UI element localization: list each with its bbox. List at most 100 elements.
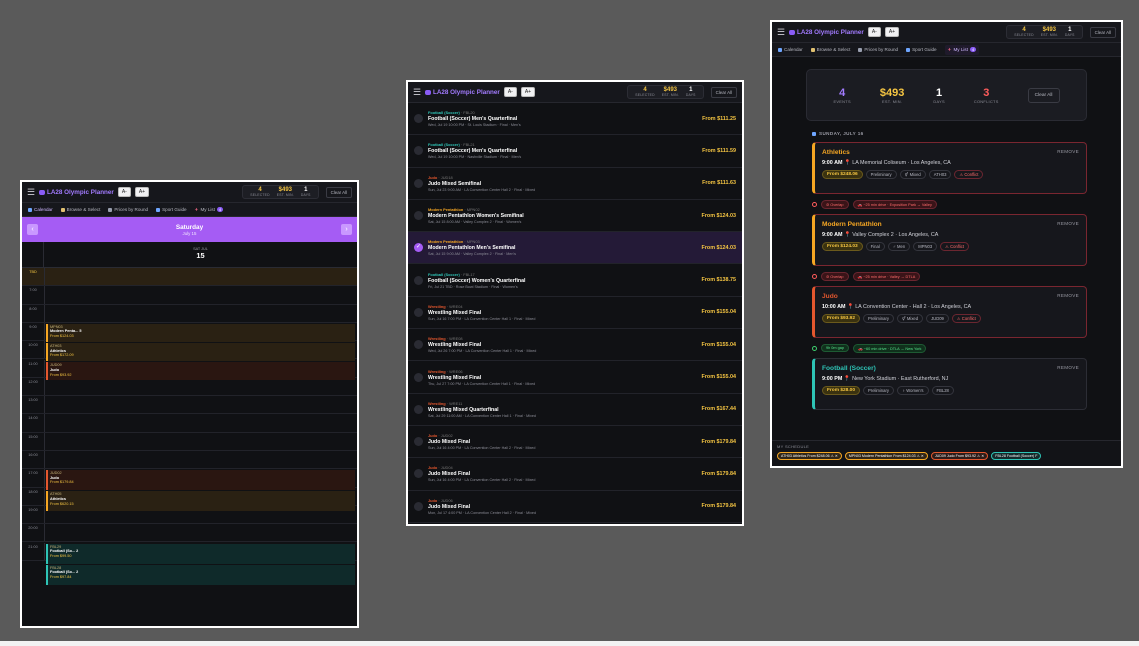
tab-my-list[interactable]: ✈ My List 4 [195,207,224,213]
menu-icon[interactable]: ☰ [27,187,35,198]
checkbox[interactable] [414,307,423,317]
clear-all-button[interactable]: Clear All [710,86,737,98]
tag-chip: ⚥ Mixed [899,170,926,179]
calendar-event[interactable]: JUD02 Judo From $179.84 [46,470,355,491]
event-title: Judo Mixed Semifinal [428,180,482,187]
event-row[interactable]: Wrestling · WRE08 Wrestling Mixed Final We… [408,329,742,362]
category-name: Wrestling [428,400,446,406]
event-row[interactable]: Football (Soccer) · FBL21 Football (Socce… [408,135,742,168]
event-category: Judo · JUD18 [428,175,698,180]
prev-day-button[interactable]: ‹ [27,224,38,235]
tab-my-list[interactable]: ✈ My List 4 [944,44,980,55]
checkbox[interactable] [414,404,423,414]
calendar-event[interactable]: MPN03 Modern Penta... 5 From $124.03 [46,323,355,343]
checkbox[interactable] [414,437,423,447]
calendar-event[interactable]: ATH05 Athletics From $620.15 [46,491,355,512]
card-when: 9:00 AM 📍 Valley Complex 2 · Los Angeles… [822,232,1079,238]
event-row[interactable]: Judo · JUD06 Judo Mixed Final Mon, Jul 17 … [408,491,742,523]
event-title: Wrestling Mixed Final [428,342,482,349]
hour-divider [44,304,45,322]
hour-row: 20:00 [22,524,357,543]
next-day-button[interactable]: › [340,224,352,235]
schedule-pill[interactable]: JUD09 Judo From $93.92 ⚠ ✕ [930,452,989,460]
summary-stat: 1 DAYS [933,87,945,104]
tab-sport-guide[interactable]: Sport Guide [156,207,187,212]
schedule-pill[interactable]: MPN03 Modern Pentathlon From $124.03 ⚠ ✕ [844,452,928,460]
checked-icon[interactable]: ✓ [414,243,423,253]
card-sport: Athletics [822,149,850,156]
card-when: 9:00 PM 📍 New York Stadium · East Ruther… [822,376,1079,382]
checkbox[interactable] [414,146,423,156]
menu-icon[interactable]: ☰ [413,87,421,98]
font-increase-button[interactable]: A+ [134,187,150,197]
tab-calendar[interactable]: Calendar [778,47,803,52]
calendar-event[interactable]: FBL28 Football (So... 2 From $97.84 [46,564,355,585]
checkbox[interactable] [414,501,423,511]
clear-all-button[interactable]: Clear All [1089,26,1116,38]
checkbox[interactable] [414,211,423,221]
remove-button[interactable]: REMOVE [1057,365,1079,370]
event-row[interactable]: Wrestling · WRE06 Wrestling Mixed Final Th… [408,361,742,394]
hour-label: 19:00 [28,507,38,512]
clear-all-button[interactable]: Clear All [1027,87,1060,103]
checkbox[interactable] [414,372,423,382]
calendar-event[interactable]: ATH03 Athletics From $172.09 [46,343,355,362]
remove-button[interactable]: REMOVE [1057,293,1079,298]
hour-divider [44,432,45,450]
hour-divider [44,469,45,487]
calendar-event[interactable]: FBL29 Football (So... 2 From $99.50 [46,543,355,564]
font-decrease-button[interactable]: A- [117,187,131,197]
event-meta: Wed, Jul 26 7:00 PM · LA Convention Cent… [428,349,537,354]
category-name: Judo [428,433,438,439]
checkbox[interactable] [414,178,423,188]
event-price: From $124.03 [50,334,74,339]
status-dot-icon [812,273,817,279]
tab-prices[interactable]: Prices by Round [108,207,148,212]
checkbox[interactable] [414,114,423,124]
checkbox[interactable] [414,275,423,285]
event-row[interactable]: Judo · JUD02 Judo Mixed Final Sun, Jul 16 … [408,426,742,459]
event-code: WRE04 [449,303,463,309]
event-row[interactable]: Judo · JUD04 Judo Mixed Final Sun, Jul 16 … [408,458,742,491]
menu-icon[interactable]: ☰ [777,27,785,38]
event-row[interactable]: Wrestling · WRE04 Wrestling Mixed Final Su… [408,297,742,330]
event-row[interactable]: Judo · JUD18 Judo Mixed Semifinal Sun, Jul… [408,168,742,200]
event-row[interactable]: Modern Pentathlon · MPN02 Modern Pentathl… [408,200,742,233]
event-row[interactable]: ✓ Modern Pentathlon · MPN03 Modern Pentath… [408,232,742,265]
tab-bar: Calendar Browse & Select Prices by Round… [772,43,1121,57]
event-row[interactable]: Football (Soccer) · FBL20 Football (Socce… [408,103,742,136]
schedule-pill[interactable]: FBL28 Football (Soccer) F [991,452,1042,460]
tab-browse[interactable]: Browse & Select [60,207,100,212]
font-increase-button[interactable]: A+ [520,87,536,97]
checkbox[interactable] [414,340,423,350]
schedule-pill[interactable]: ATH03 Athletics From $248.06 ⚠ ✕ [777,452,842,460]
calendar-screen: ☰ LA28 Olympic Planner A- A+ 4 SELECTED $… [22,182,357,626]
calendar-screenshot: ☰ LA28 Olympic Planner A- A+ 4 SELECTED $… [20,180,359,628]
tab-label: Browse & Select [816,47,851,52]
event-code: MPN02 [466,207,480,213]
tag-chip: ♀ Women's [896,386,929,395]
tab-browse[interactable]: Browse & Select [810,47,851,52]
remove-button[interactable]: REMOVE [1057,149,1079,154]
tab-prices[interactable]: Prices by Round [858,47,898,52]
remove-button[interactable]: REMOVE [1057,221,1079,226]
event-row[interactable]: Wrestling · WRE11 Wrestling Mixed Quarter… [408,394,742,426]
event-price: From $155.04 [701,309,736,316]
tab-sport-guide[interactable]: Sport Guide [906,47,937,52]
checkbox[interactable] [414,469,423,479]
font-decrease-button[interactable]: A- [867,27,881,37]
font-decrease-button[interactable]: A- [503,87,517,97]
card-chips: From $248.06 Preliminary ⚥ Mixed ATH03 ⚠ Con… [822,170,1079,179]
gap-status: ⊘ Overlap [821,271,849,281]
event-row[interactable]: Football (Soccer) · FBL17 Football (Socce… [408,264,742,297]
summary-value: 3 [983,86,990,99]
clear-all-button[interactable]: Clear All [325,186,352,198]
olympic-rings-icon [789,29,795,35]
event-card: Athletics REMOVE 9:00 AM 📍 LA Memorial Col… [812,142,1087,194]
hour-row: 12:00 [22,377,357,397]
hour-divider [44,505,45,524]
selected-label: SELECTED [1014,33,1034,37]
calendar-event[interactable]: JUD09 Judo From $93.92 [46,362,355,380]
font-increase-button[interactable]: A+ [884,27,900,37]
tab-calendar[interactable]: Calendar [28,207,53,212]
